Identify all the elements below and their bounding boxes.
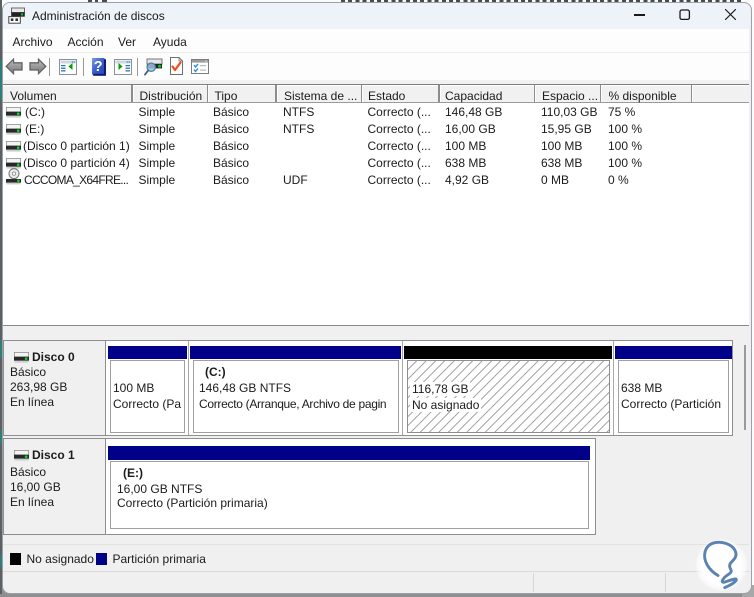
- svg-text:?: ?: [93, 59, 102, 75]
